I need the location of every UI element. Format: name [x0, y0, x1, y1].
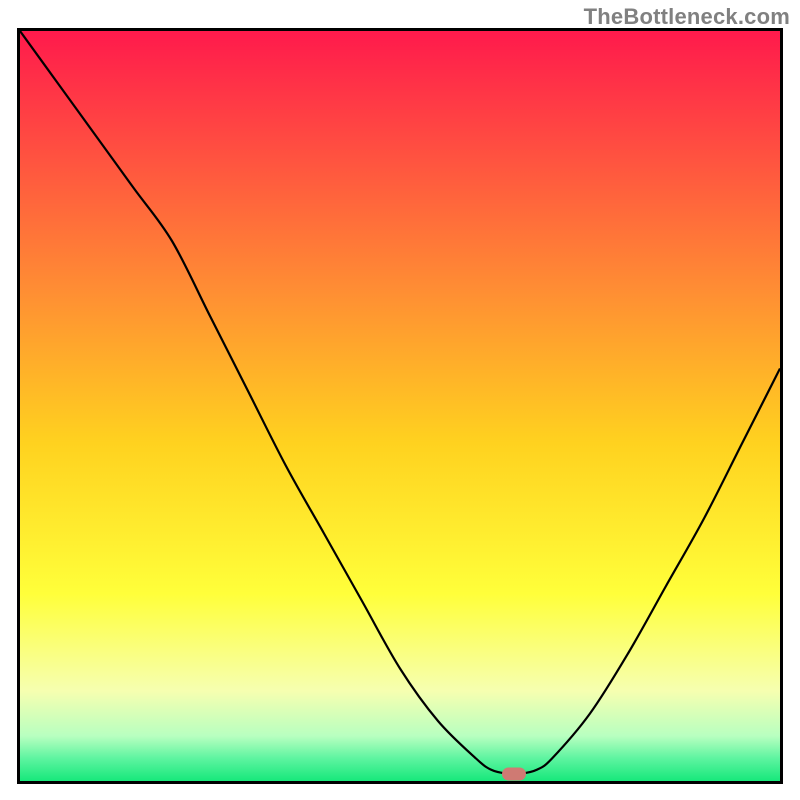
curve-layer — [20, 31, 780, 781]
watermark-text: TheBottleneck.com — [584, 4, 790, 30]
chart-container: TheBottleneck.com — [0, 0, 800, 800]
plot-area — [17, 28, 783, 784]
optimal-marker — [502, 767, 526, 780]
bottleneck-curve — [20, 31, 780, 774]
